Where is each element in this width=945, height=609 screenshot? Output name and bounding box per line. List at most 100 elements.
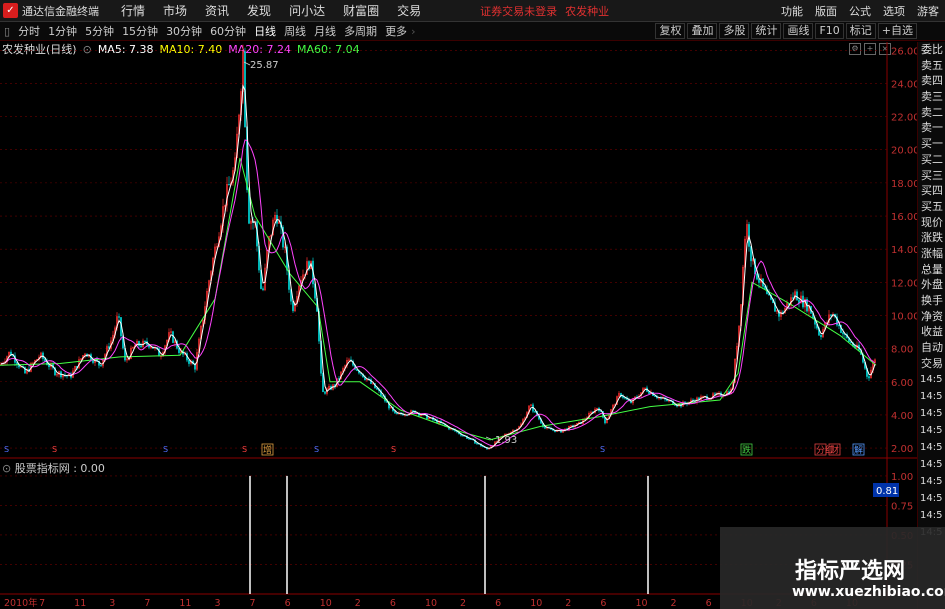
candle-body xyxy=(714,393,716,395)
indicator-icon[interactable]: ⊙ xyxy=(2,462,11,475)
candle-body xyxy=(100,365,102,367)
price-tick-label: 22.00 xyxy=(891,113,920,124)
side-panel-item[interactable]: 买三 xyxy=(918,168,945,184)
price-tick-label: 14.00 xyxy=(891,245,920,256)
candle-body xyxy=(820,334,822,338)
ma60-line xyxy=(0,157,877,441)
low-price-label: 1.93 xyxy=(495,435,517,446)
x-tick-label: 6 xyxy=(390,598,396,609)
x-tick-label: 6 xyxy=(600,598,606,609)
candle-body xyxy=(758,278,760,283)
x-tick-label: 3 xyxy=(214,598,220,609)
x-tick-label: 7 xyxy=(250,598,256,609)
side-panel-time: 14:5 xyxy=(920,459,943,471)
x-tick-label: 2 xyxy=(565,598,571,609)
side-panel-item[interactable]: 买二 xyxy=(918,152,945,168)
side-panel-item[interactable]: 卖三 xyxy=(918,89,945,105)
x-tick-label: 11 xyxy=(74,598,86,609)
side-panel-time: 14:5 xyxy=(920,408,943,420)
side-panel-time: 14:5 xyxy=(920,493,943,505)
side-panel-item[interactable]: 买五 xyxy=(918,199,945,215)
side-panel-time: 14:5 xyxy=(920,510,943,522)
x-tick-label: 10 xyxy=(320,598,332,609)
event-marker: S xyxy=(314,445,319,454)
side-panel-item[interactable]: 委比 xyxy=(918,42,945,58)
candle-body xyxy=(756,273,758,280)
event-badge-label: 跌 xyxy=(742,445,751,456)
candle-body xyxy=(118,316,120,318)
indicator-header: ⊙ 股票指标网 : 0.00 xyxy=(2,460,105,476)
side-panel-item[interactable]: 外盘 xyxy=(918,277,945,293)
ma5-line xyxy=(0,84,876,449)
price-tick-label: 20.00 xyxy=(891,146,920,157)
x-tick-label: 10 xyxy=(425,598,437,609)
price-tick-label: 2.00 xyxy=(891,444,913,455)
candle-body xyxy=(138,341,140,347)
price-tick-label: 8.00 xyxy=(891,345,913,356)
side-panel-item[interactable]: 卖二 xyxy=(918,105,945,121)
side-panel-item[interactable]: 涨跌 xyxy=(918,230,945,246)
side-panel-item[interactable]: 卖四 xyxy=(918,73,945,89)
side-panel-item[interactable]: 总量 xyxy=(918,262,945,278)
side-panel-item[interactable]: 自动 xyxy=(918,340,945,356)
candle-body xyxy=(188,359,190,364)
candle-body xyxy=(796,291,798,301)
x-tick-label: 7 xyxy=(39,598,45,609)
side-panel-item[interactable]: 收益 xyxy=(918,324,945,340)
x-tick-label: 6 xyxy=(495,598,501,609)
event-marker: S xyxy=(600,445,605,454)
price-tick-label: 6.00 xyxy=(891,378,913,389)
watermark-title: 指标严选网 xyxy=(795,559,906,584)
side-panel-item[interactable]: 买一 xyxy=(918,136,945,152)
price-tick-label: 24.00 xyxy=(891,79,920,90)
candle-body xyxy=(172,331,174,343)
price-tick-label: 12.00 xyxy=(891,278,920,289)
candle-body xyxy=(262,288,264,291)
side-panel-item[interactable]: 现价 xyxy=(918,215,945,231)
candle-body xyxy=(476,443,478,445)
kline-chart[interactable]: 26.0024.0022.0020.0018.0016.0014.0012.00… xyxy=(0,0,945,609)
side-panel-item[interactable]: 卖五 xyxy=(918,58,945,74)
side-panel-item[interactable]: 买四 xyxy=(918,183,945,199)
candle-body xyxy=(144,340,146,343)
event-marker: S xyxy=(163,445,168,454)
candle-body xyxy=(412,410,414,412)
event-marker: S xyxy=(242,445,247,454)
event-marker: S xyxy=(391,445,396,454)
x-tick-label: 10 xyxy=(530,598,542,609)
candle-body xyxy=(534,411,536,413)
side-panel-time: 14:5 xyxy=(920,374,943,386)
side-panel-item[interactable]: 卖一 xyxy=(918,120,945,136)
side-panel-item[interactable]: 涨幅 xyxy=(918,246,945,262)
indicator-tick-label: 1.00 xyxy=(891,472,913,483)
candle-body xyxy=(48,364,50,368)
side-panel-time: 14:5 xyxy=(920,425,943,437)
x-tick-label: 10 xyxy=(635,598,647,609)
candle-body xyxy=(842,332,844,335)
candle-body xyxy=(140,345,142,348)
candle-body xyxy=(868,376,870,379)
candle-body xyxy=(830,314,832,316)
watermark: 指标严选网 www.xuezhibiao.com xyxy=(720,527,945,609)
x-tick-label: 2 xyxy=(355,598,361,609)
price-tick-label: 16.00 xyxy=(891,212,920,223)
indicator-value-label: 0.81 xyxy=(876,486,898,497)
x-tick-label: 2 xyxy=(671,598,677,609)
x-tick-label: 6 xyxy=(285,598,291,609)
price-tick-label: 18.00 xyxy=(891,179,920,190)
candle-body xyxy=(396,412,398,415)
side-panel-item[interactable]: 交易 xyxy=(918,356,945,372)
candle-body xyxy=(92,359,94,363)
x-tick-label: 2 xyxy=(460,598,466,609)
event-marker: S xyxy=(52,445,57,454)
price-tick-label: 4.00 xyxy=(891,411,913,422)
candle-body xyxy=(228,184,230,186)
side-panel-item[interactable]: 净资 xyxy=(918,309,945,325)
side-panel-time: 14:5 xyxy=(920,476,943,488)
side-panel-item[interactable]: 换手 xyxy=(918,293,945,309)
side-panel-time: 14:5 xyxy=(920,391,943,403)
event-badge-label: 解 xyxy=(854,444,863,456)
indicator-title: 股票指标网 : 0.00 xyxy=(14,462,105,475)
x-tick-label: 6 xyxy=(706,598,712,609)
quote-side-panel: 委比 卖五 卖四 卖三 卖二 卖一 买一 买二 买三 买四 买五 现价 涨跌 涨幅 总量 外盘 换手 净资 收益 自动… xyxy=(917,42,945,609)
